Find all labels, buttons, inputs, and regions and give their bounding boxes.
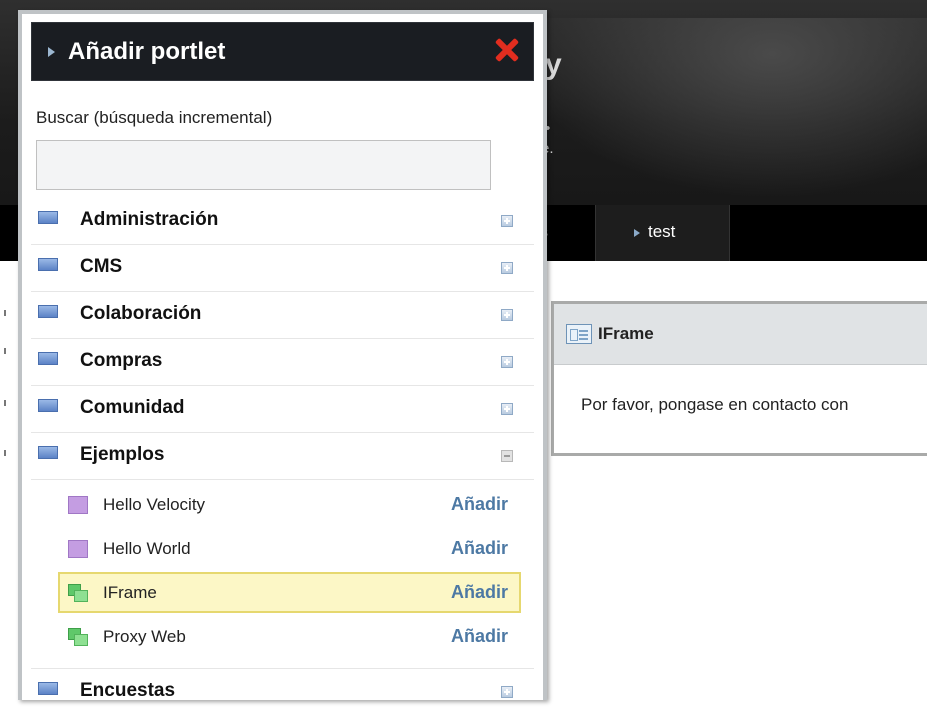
category-folder-icon (38, 305, 63, 321)
category-label: Compras (80, 350, 163, 371)
iframe-portlet-message: Por favor, pongase en contacto con (581, 395, 849, 414)
portlet-purple-icon (68, 496, 88, 514)
category-ejemplos[interactable]: Ejemplos (31, 433, 534, 480)
iframe-icon (566, 324, 592, 344)
portlet-item-iframe[interactable]: IFrame Añadir (58, 572, 521, 613)
add-portlet-panel: Añadir portlet Buscar (búsqueda incremen… (18, 10, 547, 701)
category-compras[interactable]: Compras (31, 339, 534, 386)
portlet-item-proxy-web[interactable]: Proxy Web Añadir (58, 616, 521, 657)
category-label: Comunidad (80, 397, 185, 418)
panel-title: Añadir portlet (68, 37, 226, 65)
portlet-label: Hello World (103, 539, 191, 558)
nav-tab-test[interactable]: test (595, 205, 730, 261)
category-label: Administración (80, 209, 219, 230)
add-portlet-link[interactable]: Añadir (451, 494, 508, 515)
category-comunidad[interactable]: Comunidad (31, 386, 534, 433)
expand-plus-icon[interactable] (501, 403, 513, 415)
portlet-item-hello-velocity[interactable]: Hello Velocity Añadir (58, 484, 521, 525)
portlet-item-hello-world[interactable]: Hello World Añadir (58, 528, 521, 569)
category-folder-icon (38, 211, 63, 227)
iframe-portlet-title: IFrame (598, 324, 654, 343)
search-input[interactable] (36, 140, 491, 190)
collapse-minus-icon[interactable] (501, 450, 513, 462)
expand-plus-icon[interactable] (501, 309, 513, 321)
portlet-green-icon (68, 628, 88, 646)
category-folder-icon (38, 258, 63, 274)
portlet-green-icon (68, 584, 88, 602)
add-portlet-link[interactable]: Añadir (451, 582, 508, 603)
expand-plus-icon[interactable] (501, 686, 513, 698)
portlet-label: Proxy Web (103, 627, 186, 646)
left-edge-fragments (0, 300, 12, 460)
category-cms[interactable]: CMS (31, 245, 534, 292)
category-encuestas[interactable]: Encuestas (31, 669, 534, 715)
header-arrow-icon (48, 46, 55, 57)
close-icon[interactable] (495, 38, 519, 62)
nav-tab-partial[interactable]: s (540, 205, 595, 261)
category-colaboracion[interactable]: Colaboración (31, 292, 534, 339)
panel-header[interactable]: Añadir portlet (31, 22, 534, 81)
category-label: Colaboración (80, 303, 202, 324)
tab-arrow-icon (634, 228, 640, 237)
iframe-portlet-titlebar[interactable]: IFrame (554, 304, 927, 365)
search-label: Buscar (búsqueda incremental) (36, 108, 273, 127)
category-list: Administración CMS Colaboración Compras (31, 198, 534, 715)
portlet-label: IFrame (103, 583, 157, 602)
expand-plus-icon[interactable] (501, 215, 513, 227)
portlet-purple-icon (68, 540, 88, 558)
add-portlet-link[interactable]: Añadir (451, 626, 508, 647)
ejemplos-portlet-list: Hello Velocity Añadir Hello World Añadir… (31, 480, 534, 669)
category-folder-icon (38, 682, 63, 698)
category-label: Encuestas (80, 680, 176, 701)
category-administracion[interactable]: Administración (31, 198, 534, 245)
header-text-fragment: y (545, 48, 562, 81)
expand-plus-icon[interactable] (501, 356, 513, 368)
iframe-portlet: IFrame Por favor, pongase en contacto co… (551, 301, 927, 456)
category-label: Ejemplos (80, 444, 165, 465)
category-folder-icon (38, 399, 63, 415)
nav-tab-test-label: test (648, 222, 676, 241)
category-label: CMS (80, 256, 123, 277)
add-portlet-link[interactable]: Añadir (451, 538, 508, 559)
category-folder-icon (38, 352, 63, 368)
portlet-label: Hello Velocity (103, 495, 206, 514)
expand-plus-icon[interactable] (501, 262, 513, 274)
category-folder-icon (38, 446, 63, 462)
